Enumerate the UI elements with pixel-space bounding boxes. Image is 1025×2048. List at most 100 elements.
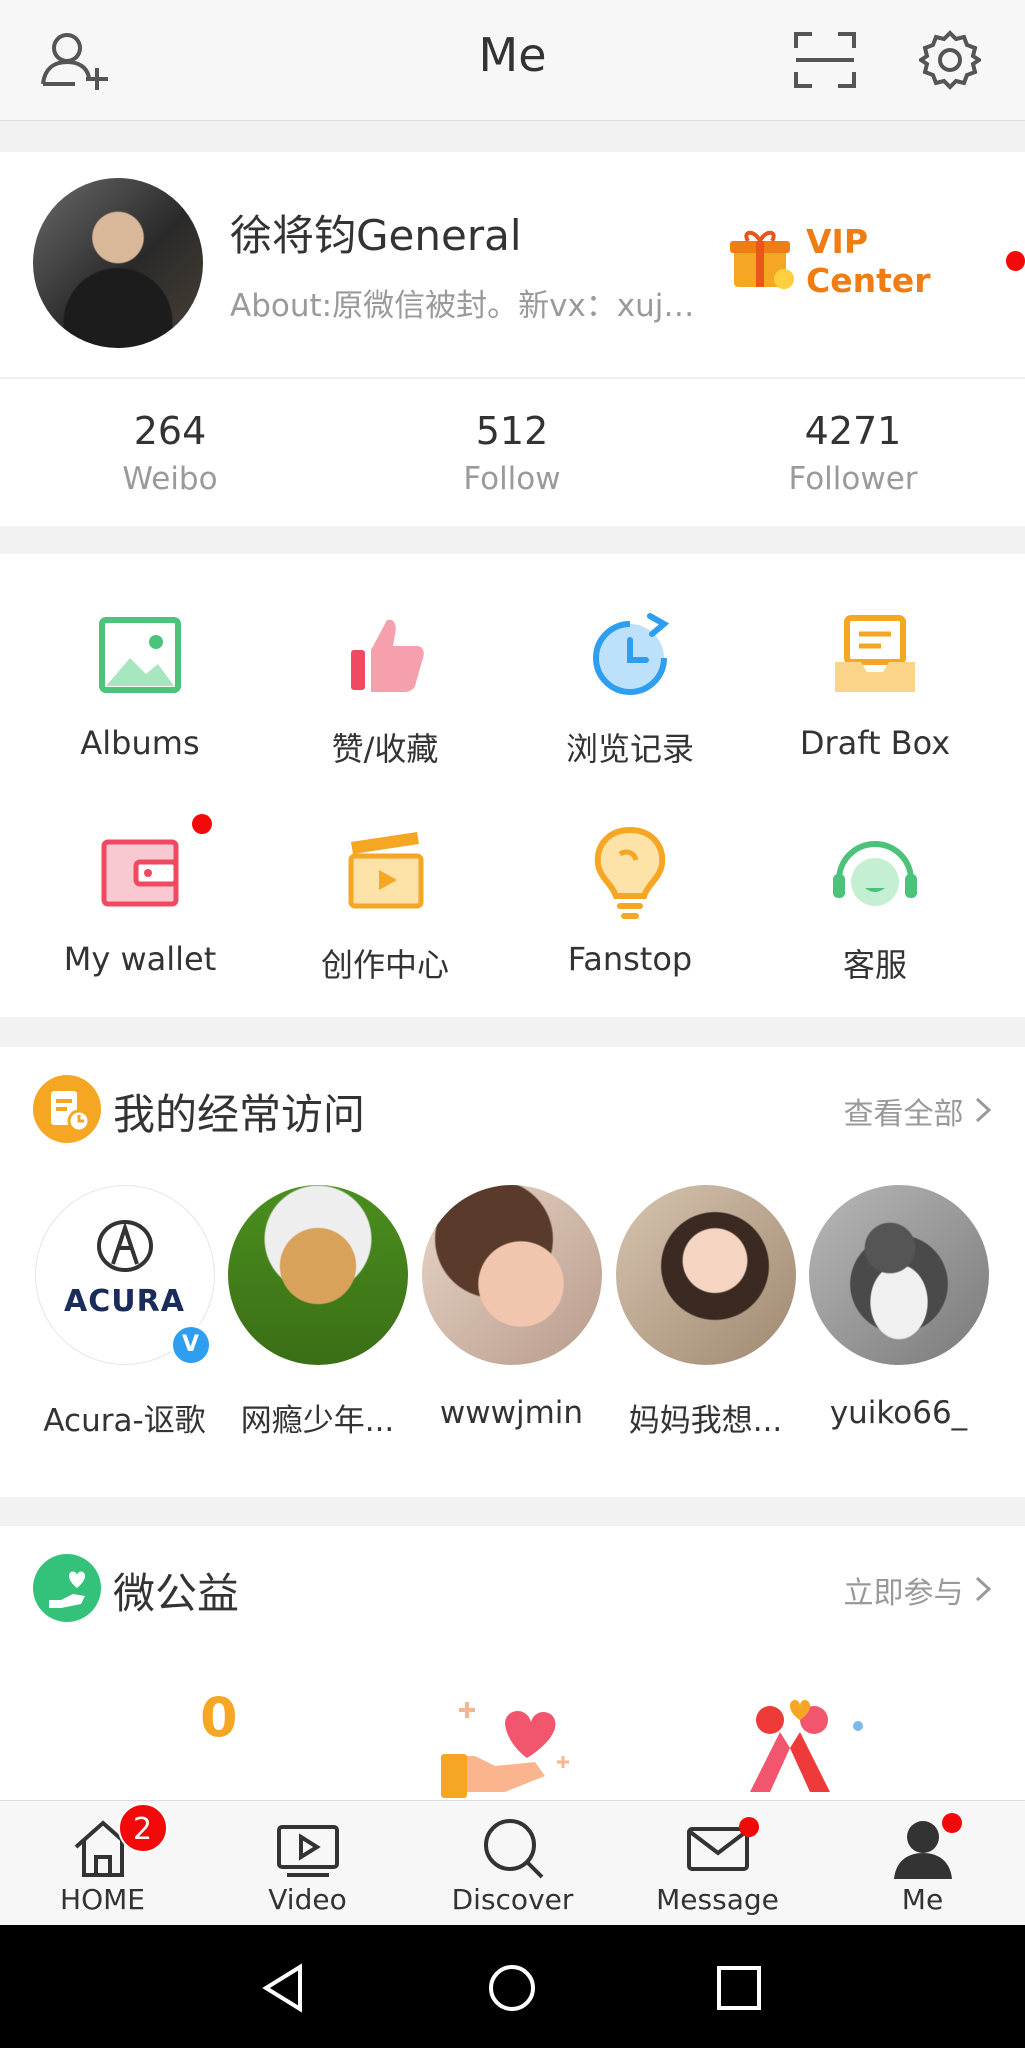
frequent-item-label: 妈妈我想... <box>628 1403 783 1439</box>
stat-follower-count: 4271 <box>804 409 902 453</box>
frequent-item-avatar <box>615 1185 796 1365</box>
charity-header: 微公益 <box>33 1554 239 1626</box>
tab-label: Video <box>268 1883 347 1916</box>
stat-weibo-count: 264 <box>133 409 207 453</box>
system-nav-bar <box>0 1925 1025 2048</box>
chevron-right-icon <box>973 1097 993 1132</box>
tab-home[interactable]: 2 HOME <box>0 1803 205 1916</box>
chevron-right-icon <box>973 1576 993 1611</box>
charity-icon <box>33 1554 101 1626</box>
grid-item-label: Fanstop <box>567 940 693 978</box>
headset-icon <box>825 822 925 922</box>
thumbs-up-icon <box>335 606 435 706</box>
home-badge: 2 <box>117 1803 168 1853</box>
grid-item-creator-center[interactable]: 创作中心 <box>275 822 495 986</box>
vip-center-label: VIP Center <box>806 222 931 300</box>
grid-item-wallet[interactable]: My wallet <box>30 814 250 978</box>
albums-icon <box>90 606 190 706</box>
lightbulb-icon <box>580 822 680 922</box>
view-all-link[interactable]: 查看全部 <box>843 1089 993 1133</box>
grid-item-label: 浏览记录 <box>565 730 694 768</box>
frequent-item[interactable]: 网瘾少年... <box>225 1185 410 1440</box>
grid-item-label: Draft Box <box>799 724 951 762</box>
frequent-item-avatar <box>808 1185 989 1365</box>
settings-gear-icon[interactable] <box>915 28 985 92</box>
grid-item-draft-box[interactable]: Draft Box <box>765 606 985 762</box>
frequent-item[interactable]: 妈妈我想... <box>613 1185 798 1440</box>
tab-label: Discover <box>451 1883 574 1916</box>
grid-item-fanstop[interactable]: Fanstop <box>520 822 740 978</box>
top-bar: Me <box>0 0 1025 121</box>
frequent-item[interactable]: ACURA V Acura-讴歌 <box>32 1185 217 1440</box>
tab-label: HOME <box>60 1883 145 1916</box>
hand-heart-icon <box>435 1696 585 1804</box>
stat-weibo-label: Weibo <box>122 461 218 497</box>
stat-follower[interactable]: 4271 Follower <box>733 409 973 497</box>
acura-logo-text: ACURA <box>64 1284 185 1319</box>
acura-avatar: ACURA V <box>34 1185 215 1366</box>
frequent-visits-icon <box>33 1075 101 1147</box>
grid-item-albums[interactable]: Albums <box>30 606 250 762</box>
charity-title: 微公益 <box>113 1568 240 1618</box>
stats-bar: 264 Weibo 512 Follow 4271 Follower <box>0 378 1025 526</box>
recents-square-icon[interactable] <box>716 1965 762 2015</box>
profile-card[interactable]: 徐将钧General About:原微信被封。新vx：xuj… VIP Cent… <box>0 152 1025 377</box>
tab-video[interactable]: Video <box>205 1815 410 1916</box>
vip-center-button[interactable]: VIP Center <box>728 222 1025 300</box>
frequent-item[interactable]: wwwjmin <box>419 1185 604 1431</box>
draft-box-icon <box>825 606 925 706</box>
me-person-icon <box>890 1813 962 1881</box>
scan-icon[interactable] <box>790 30 860 90</box>
tab-label: Me <box>901 1883 944 1916</box>
stat-follow[interactable]: 512 Follow <box>392 409 632 497</box>
grid-item-history[interactable]: 浏览记录 <box>520 606 740 770</box>
vip-notification-dot <box>1005 251 1025 271</box>
message-envelope-icon <box>685 1815 759 1881</box>
frequent-item-label: Acura-讴歌 <box>43 1403 206 1439</box>
frequent-visits-section: 我的经常访问 查看全部 ACURA V Acura-讴歌 网瘾少年... www… <box>0 1047 1025 1497</box>
wallet-notification-dot <box>192 814 212 834</box>
stat-weibo[interactable]: 264 Weibo <box>50 409 290 497</box>
grid-item-label: 创作中心 <box>320 946 449 984</box>
home-icon: 2 <box>70 1803 168 1881</box>
tab-label: Message <box>656 1883 779 1916</box>
grid-item-label: My wallet <box>63 940 217 978</box>
frequent-visits-header: 我的经常访问 <box>33 1075 365 1147</box>
verified-badge-icon: V <box>169 1324 212 1366</box>
frequent-item[interactable]: yuiko66_ <box>806 1185 991 1431</box>
charity-people-icon <box>730 1692 880 1804</box>
user-about: About:原微信被封。新vx：xuj… <box>230 288 695 324</box>
tab-discover[interactable]: Discover <box>410 1815 615 1916</box>
discover-search-icon <box>480 1815 546 1881</box>
charity-section: 微公益 立即参与 0 <box>0 1526 1025 1800</box>
join-now-label: 立即参与 <box>843 1576 964 1611</box>
back-icon[interactable] <box>258 1963 308 2017</box>
me-notification-dot <box>941 1813 962 1833</box>
stat-follow-count: 512 <box>475 409 549 453</box>
frequent-item-avatar <box>421 1185 602 1365</box>
grid-item-label: Albums <box>80 724 200 762</box>
grid-item-customer-service[interactable]: 客服 <box>765 822 985 986</box>
grid-item-likes[interactable]: 赞/收藏 <box>275 606 495 770</box>
bottom-tab-bar: 2 HOME Video Discover Message Me <box>0 1800 1025 1926</box>
home-circle-icon[interactable] <box>487 1963 537 2017</box>
page-title: Me <box>478 28 547 82</box>
frequent-item-label: yuiko66_ <box>829 1395 968 1431</box>
join-now-link[interactable]: 立即参与 <box>843 1568 993 1612</box>
user-avatar[interactable] <box>33 178 203 348</box>
clapperboard-icon <box>335 822 435 922</box>
history-clock-icon <box>580 606 680 706</box>
grid-item-label: 客服 <box>842 946 907 984</box>
wallet-icon <box>90 814 212 922</box>
frequent-item-label: wwwjmin <box>439 1395 584 1431</box>
stat-follow-label: Follow <box>463 461 561 497</box>
gift-icon <box>728 227 798 295</box>
grid-item-label: 赞/收藏 <box>331 730 439 768</box>
tab-message[interactable]: Message <box>615 1815 820 1916</box>
frequent-item-avatar <box>227 1185 408 1365</box>
charity-count: 0 <box>200 1686 238 1749</box>
tab-me[interactable]: Me <box>820 1813 1025 1916</box>
frequent-visits-title: 我的经常访问 <box>113 1089 366 1139</box>
video-icon <box>275 1815 341 1881</box>
frequent-item-label: 网瘾少年... <box>240 1403 395 1439</box>
